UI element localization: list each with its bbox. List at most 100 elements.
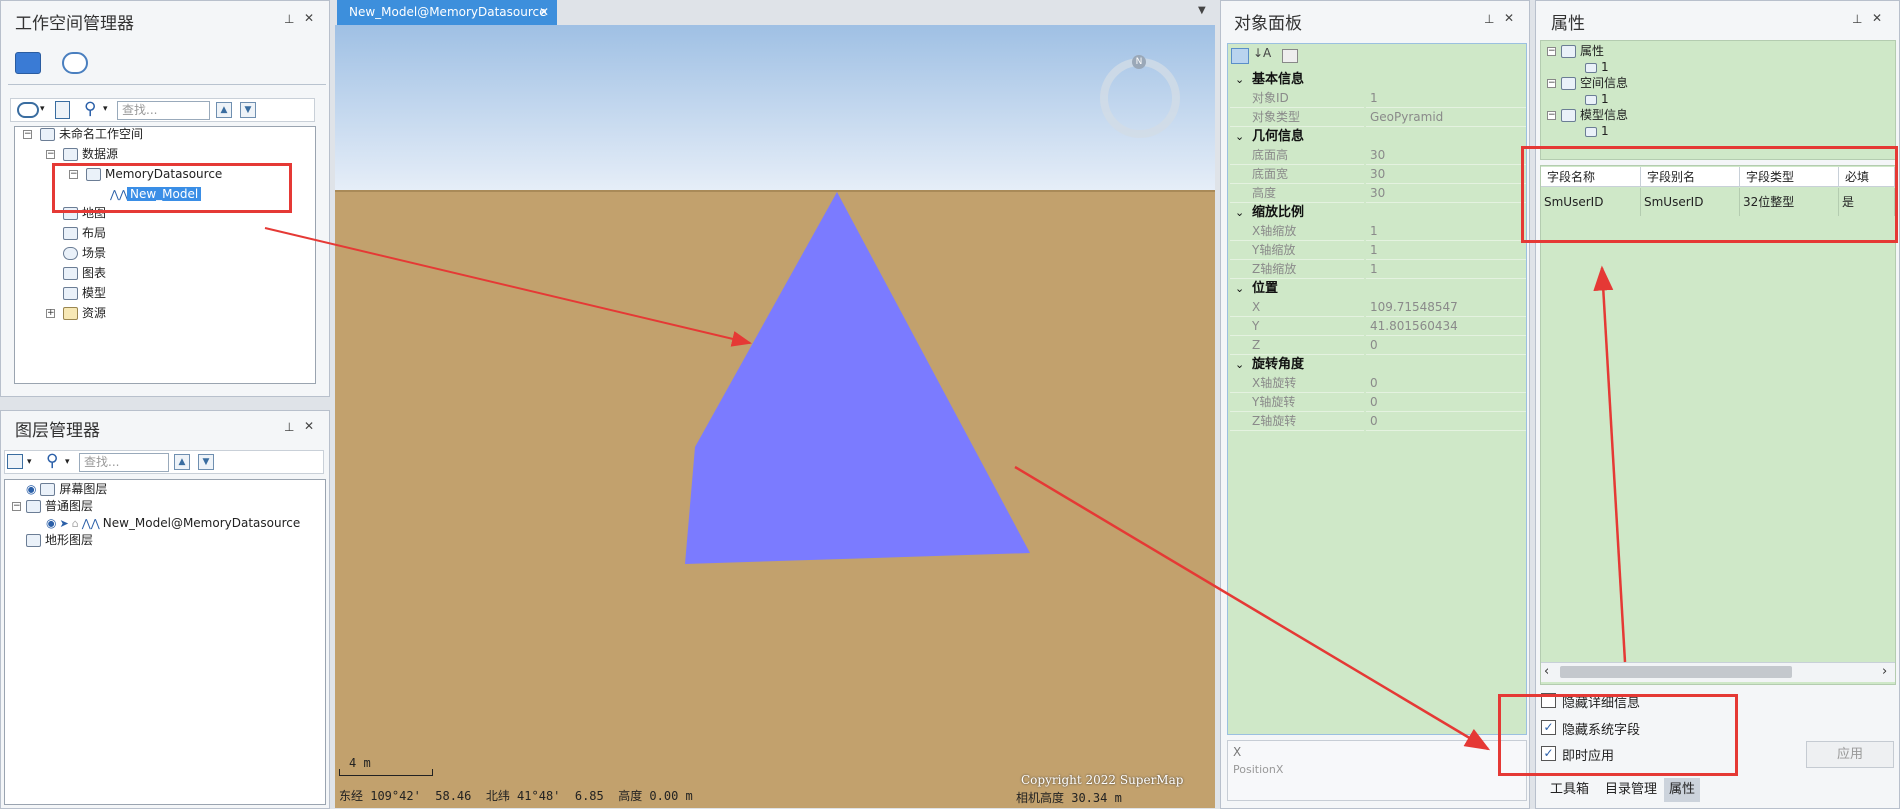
tree-item-charts[interactable]: 图表 — [63, 264, 106, 282]
view-mode-icon[interactable] — [17, 102, 39, 118]
tree-item-models[interactable]: 模型 — [63, 284, 106, 302]
group-position[interactable]: ⌄ 位置 — [1230, 279, 1526, 298]
layer-item-terrain[interactable]: 地形图层 — [26, 531, 93, 549]
scroll-thumb[interactable] — [1560, 666, 1792, 678]
search-down-button[interactable]: ▼ — [240, 102, 256, 118]
pyramid-model[interactable] — [335, 25, 1215, 808]
tab-dropdown-icon[interactable]: ▼ — [1198, 5, 1206, 16]
scroll-right-arrow[interactable]: › — [1882, 664, 1887, 679]
pin-icon[interactable]: ⊥ — [1484, 12, 1494, 26]
bottom-tab-attributes[interactable]: 属性 — [1664, 778, 1701, 802]
document-tab[interactable]: New_Model@MemoryDatasource ✕ — [337, 0, 557, 25]
tree-label: 资源 — [82, 306, 107, 320]
group-label: 缩放比例 — [1252, 205, 1305, 220]
prop-base-height[interactable]: 底面高 30 — [1230, 146, 1526, 165]
bottom-tab-catalog[interactable]: 目录管理 — [1601, 778, 1661, 802]
pin-icon[interactable]: ⊥ — [284, 12, 294, 26]
layer-search-input[interactable]: 查找... — [79, 453, 169, 472]
object-panel-title: 对象面板 — [1234, 14, 1302, 34]
prop-x-scale[interactable]: X轴缩放 1 — [1230, 222, 1526, 241]
prop-value: 1 — [1366, 241, 1526, 260]
layer-item-model[interactable]: ◉ ➤ ⌂ ⋀⋀ New_Model@MemoryDatasource — [46, 514, 300, 532]
layer-item-normal[interactable]: 普通图层 — [26, 497, 93, 515]
open-file-icon[interactable] — [55, 101, 70, 119]
visibility-eye-icon[interactable]: ◉ — [26, 482, 36, 496]
prop-y-scale[interactable]: Y轴缩放 1 — [1230, 241, 1526, 260]
categorized-view-icon[interactable] — [1231, 48, 1249, 64]
prop-z[interactable]: Z0 — [1230, 336, 1526, 355]
apply-button[interactable]: 应用 — [1806, 741, 1894, 768]
compass[interactable] — [1100, 58, 1180, 138]
search-up-button[interactable]: ▲ — [174, 454, 190, 470]
search-up-button[interactable]: ▲ — [216, 102, 232, 118]
prop-key: Z — [1230, 336, 1364, 355]
prop-x-rotation[interactable]: X轴旋转 0 — [1230, 374, 1526, 393]
prop-object-type[interactable]: 对象类型 GeoPyramid — [1230, 108, 1526, 127]
highlight-box-checkboxes — [1498, 694, 1738, 776]
workspace-tab-local-icon[interactable] — [15, 52, 41, 74]
close-icon[interactable]: ✕ — [304, 419, 314, 433]
prop-key: 对象类型 — [1230, 108, 1364, 127]
prop-z-rotation[interactable]: Z轴旋转 0 — [1230, 412, 1526, 431]
sort-az-icon[interactable]: ↓A — [1253, 46, 1271, 60]
group-label: 位置 — [1252, 281, 1279, 296]
pin-icon[interactable]: ⊥ — [284, 420, 294, 434]
workspace-panel-title: 工作空间管理器 — [15, 14, 134, 34]
prop-x[interactable]: X 109.71548547 — [1230, 298, 1526, 317]
search-icon[interactable]: ⚲ — [46, 451, 58, 471]
layer-group-icon — [26, 500, 41, 513]
chevron-down-icon: ⌄ — [1235, 73, 1245, 86]
group-basic-info[interactable]: ⌄ 基本信息 — [1230, 70, 1526, 89]
search-icon[interactable]: ⚲ — [84, 99, 96, 119]
prop-y-rotation[interactable]: Y轴旋转 0 — [1230, 393, 1526, 412]
chevron-down-icon[interactable]: ▾ — [103, 104, 108, 114]
workspace-tab-cloud-icon[interactable] — [62, 52, 88, 74]
prop-value: 109.71548547 — [1366, 298, 1526, 317]
attr-tree-model-child[interactable]: 1 — [1585, 122, 1609, 140]
tree-item-datasources[interactable]: 数据源 — [63, 145, 118, 163]
expand-toggle[interactable]: + — [46, 309, 55, 318]
scroll-left-arrow[interactable]: ‹ — [1544, 664, 1549, 679]
bottom-tab-toolbox[interactable]: 工具箱 — [1546, 778, 1593, 802]
tree-item-scenes[interactable]: 场景 — [63, 244, 106, 262]
layer-item-screen[interactable]: ◉ 屏幕图层 — [26, 480, 107, 498]
expand-toggle[interactable]: − — [46, 150, 55, 159]
add-layer-icon[interactable] — [7, 454, 23, 469]
close-icon[interactable]: ✕ — [304, 11, 314, 25]
prop-value: 1 — [1366, 260, 1526, 279]
pin-icon[interactable]: ⊥ — [1852, 12, 1862, 26]
tree-item-resources[interactable]: 资源 — [63, 304, 106, 322]
prop-z-scale[interactable]: Z轴缩放 1 — [1230, 260, 1526, 279]
property-pages-icon[interactable] — [1282, 49, 1298, 63]
expand-toggle[interactable]: − — [1547, 47, 1556, 56]
prop-height[interactable]: 高度 30 — [1230, 184, 1526, 203]
group-geometry-info[interactable]: ⌄ 几何信息 — [1230, 127, 1526, 146]
copyright-text: Copyright 2022 SuperMap — [1021, 773, 1184, 787]
terrain-layer-icon — [26, 534, 41, 547]
close-icon[interactable]: ✕ — [1504, 11, 1514, 25]
prop-object-id[interactable]: 对象ID 1 — [1230, 89, 1526, 108]
prop-key: Y轴缩放 — [1230, 241, 1364, 260]
editable-icon[interactable]: ⌂ — [72, 517, 79, 530]
tree-item-workspace[interactable]: 未命名工作空间 — [40, 125, 143, 143]
expand-toggle[interactable]: − — [1547, 79, 1556, 88]
search-down-button[interactable]: ▼ — [198, 454, 214, 470]
workspace-search-input[interactable]: 查找... — [117, 101, 210, 120]
scene-view[interactable]: N 4 m 东经 109°42' 58.46 北纬 41°48' 6.85 高度… — [335, 25, 1215, 808]
tree-item-layouts[interactable]: 布局 — [63, 224, 106, 242]
group-rotation[interactable]: ⌄ 旋转角度 — [1230, 355, 1526, 374]
chevron-down-icon[interactable]: ▾ — [65, 457, 70, 467]
expand-toggle[interactable]: − — [23, 130, 32, 139]
tree-label: 屏幕图层 — [59, 482, 108, 496]
prop-base-width[interactable]: 底面宽 30 — [1230, 165, 1526, 184]
chevron-down-icon[interactable]: ▾ — [27, 457, 32, 467]
chevron-down-icon[interactable]: ▾ — [40, 104, 45, 114]
close-icon[interactable]: ✕ — [539, 0, 549, 25]
expand-toggle[interactable]: − — [1547, 111, 1556, 120]
group-scale[interactable]: ⌄ 缩放比例 — [1230, 203, 1526, 222]
selectable-icon[interactable]: ➤ — [59, 517, 68, 530]
close-icon[interactable]: ✕ — [1872, 11, 1882, 25]
prop-y[interactable]: Y 41.801560434 — [1230, 317, 1526, 336]
visibility-eye-icon[interactable]: ◉ — [46, 516, 56, 530]
expand-toggle[interactable]: − — [12, 502, 21, 511]
